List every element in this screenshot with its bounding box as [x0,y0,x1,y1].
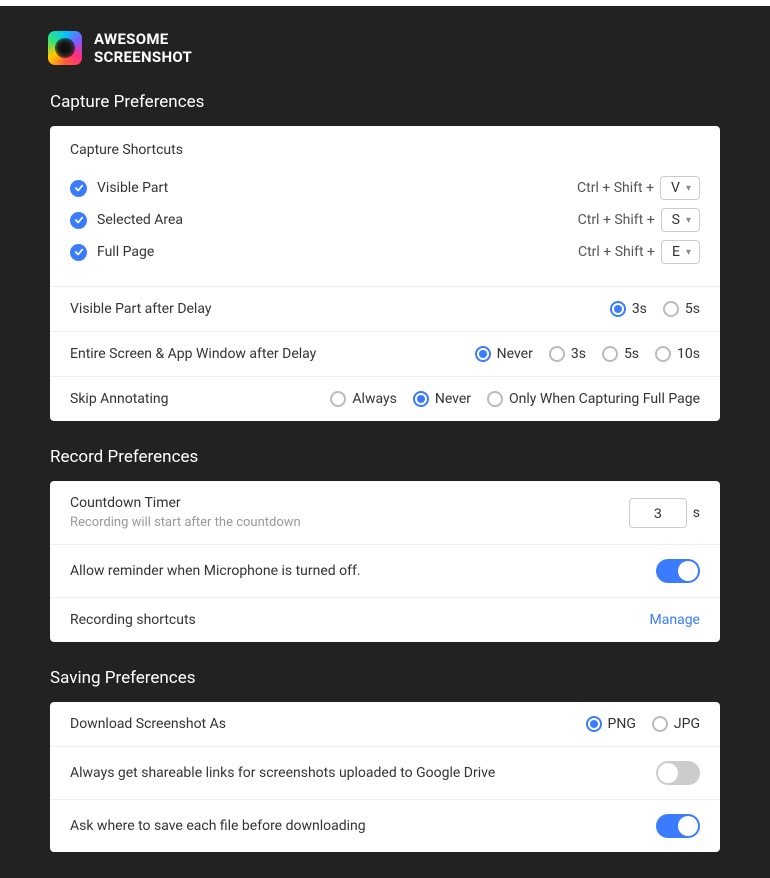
shortcut-row: Full Page Ctrl + Shift + E ▾ [70,236,700,268]
skip-annotating-options: Always Never Only When Capturing Full Pa… [330,391,700,407]
countdown-input[interactable] [629,498,687,528]
radio-option-3s[interactable]: 3s [549,346,586,362]
check-icon[interactable] [70,212,87,229]
mic-reminder-label: Allow reminder when Microphone is turned… [70,563,361,579]
chevron-down-icon: ▾ [686,247,691,258]
brand-line1: AWESOME [94,30,192,48]
radio-option-jpg[interactable]: JPG [652,716,700,732]
skip-annotating-row: Skip Annotating Always Never Only When C… [50,376,720,421]
recording-shortcuts-label: Recording shortcuts [70,612,196,628]
shortcut-key-select[interactable]: S ▾ [661,208,700,232]
radio-icon [586,716,602,732]
drive-links-label: Always get shareable links for screensho… [70,765,495,781]
countdown-unit: s [693,505,700,521]
capture-shortcuts-block: Capture Shortcuts Visible Part Ctrl + Sh… [50,126,720,286]
radio-option-5s[interactable]: 5s [663,301,700,317]
download-as-label: Download Screenshot As [70,716,226,732]
radio-option-3s[interactable]: 3s [610,301,647,317]
visible-delay-row: Visible Part after Delay 3s 5s [50,286,720,331]
radio-option-fullpage[interactable]: Only When Capturing Full Page [487,391,700,407]
recording-shortcuts-row: Recording shortcuts Manage [50,597,720,642]
drive-links-toggle[interactable] [656,761,700,785]
shortcut-prefix: Ctrl + Shift + [577,180,654,196]
radio-icon [487,391,503,407]
skip-annotating-label: Skip Annotating [70,391,169,407]
download-as-options: PNG JPG [586,716,700,732]
mic-reminder-toggle[interactable] [656,559,700,583]
shortcut-row: Visible Part Ctrl + Shift + V ▾ [70,172,700,204]
radio-icon [330,391,346,407]
entire-delay-row: Entire Screen & App Window after Delay N… [50,331,720,376]
shortcut-prefix: Ctrl + Shift + [578,212,655,228]
record-card: Countdown Timer Recording will start aft… [50,481,720,642]
chevron-down-icon: ▾ [686,183,691,194]
shortcut-row: Selected Area Ctrl + Shift + S ▾ [70,204,700,236]
entire-delay-label: Entire Screen & App Window after Delay [70,346,316,362]
radio-icon [549,346,565,362]
brand-line2: SCREENSHOT [94,48,192,66]
radio-icon [413,391,429,407]
manage-link[interactable]: Manage [650,612,700,628]
entire-delay-options: Never 3s 5s 10s [475,346,700,362]
mic-reminder-row: Allow reminder when Microphone is turned… [50,544,720,597]
radio-option-5s[interactable]: 5s [602,346,639,362]
section-title-capture: Capture Preferences [50,92,720,112]
section-title-record: Record Preferences [50,447,720,467]
check-icon[interactable] [70,180,87,197]
shortcut-key: E [672,244,680,260]
radio-icon [655,346,671,362]
radio-option-10s[interactable]: 10s [655,346,700,362]
shortcut-label: Visible Part [97,180,168,196]
radio-option-never[interactable]: Never [475,346,533,362]
shortcut-key: S [672,212,680,228]
radio-icon [610,301,626,317]
check-icon[interactable] [70,244,87,261]
ask-where-toggle[interactable] [656,814,700,838]
brand: AWESOME SCREENSHOT [48,30,720,66]
shortcut-key-select[interactable]: V ▾ [660,176,700,200]
radio-icon [652,716,668,732]
shortcut-key-select[interactable]: E ▾ [661,240,700,264]
settings-page: AWESOME SCREENSHOT Capture Preferences C… [0,6,770,852]
shortcut-label: Selected Area [97,212,183,228]
radio-icon [663,301,679,317]
radio-option-png[interactable]: PNG [586,716,636,732]
countdown-row: Countdown Timer Recording will start aft… [50,481,720,544]
visible-delay-label: Visible Part after Delay [70,301,211,317]
download-as-row: Download Screenshot As PNG JPG [50,702,720,746]
countdown-label: Countdown Timer [70,495,301,511]
ask-where-row: Ask where to save each file before downl… [50,799,720,852]
brand-logo-icon [48,31,82,65]
capture-card: Capture Shortcuts Visible Part Ctrl + Sh… [50,126,720,421]
section-title-saving: Saving Preferences [50,668,720,688]
shortcut-key: V [671,180,680,196]
shortcut-label: Full Page [97,244,154,260]
chevron-down-icon: ▾ [686,215,691,226]
radio-icon [475,346,491,362]
saving-card: Download Screenshot As PNG JPG Always ge… [50,702,720,852]
shortcut-prefix: Ctrl + Shift + [578,244,655,260]
ask-where-label: Ask where to save each file before downl… [70,818,366,834]
visible-delay-options: 3s 5s [610,301,700,317]
radio-option-always[interactable]: Always [330,391,396,407]
countdown-sub: Recording will start after the countdown [70,515,301,530]
capture-shortcuts-title: Capture Shortcuts [70,142,700,158]
drive-links-row: Always get shareable links for screensho… [50,746,720,799]
radio-option-never[interactable]: Never [413,391,471,407]
radio-icon [602,346,618,362]
brand-text: AWESOME SCREENSHOT [94,30,192,66]
